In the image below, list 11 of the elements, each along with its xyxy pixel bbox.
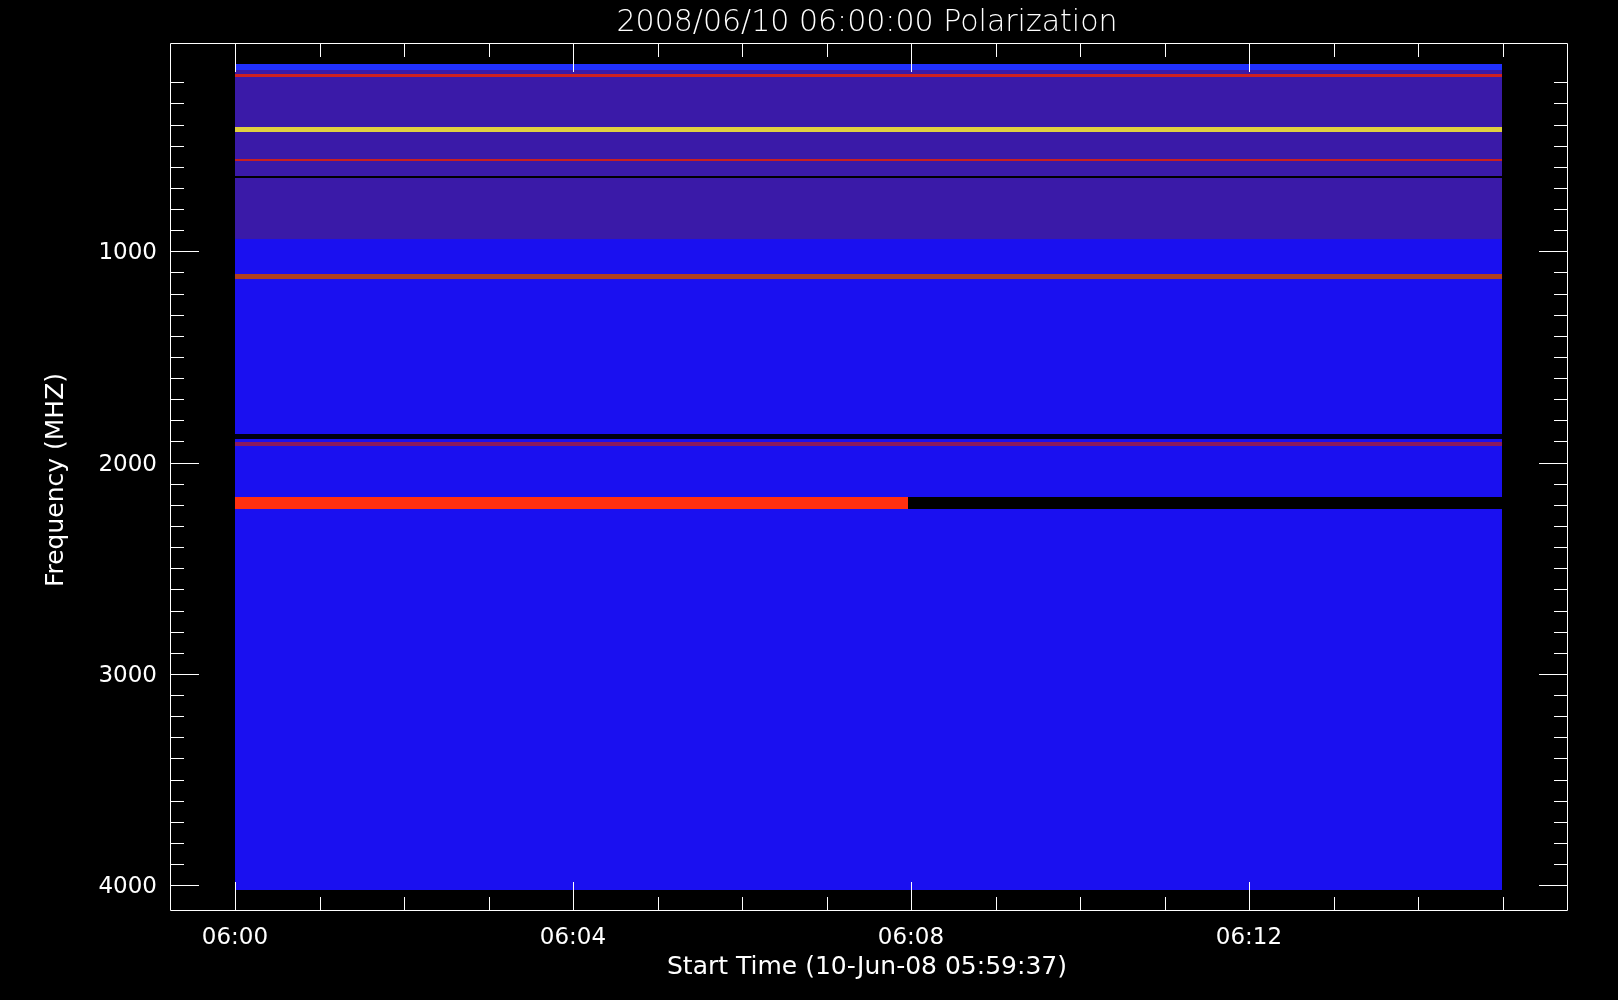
tick-label: 3000: [98, 660, 157, 687]
tick-label: 4000: [98, 872, 157, 899]
x-axis-label: Start Time (10-Jun-08 05:59:37): [667, 951, 1067, 980]
tick-label: 06:04: [539, 923, 607, 949]
plot-title: 2008/06/10 06:00:00 Polarization: [616, 3, 1118, 38]
tick-label: 06:08: [877, 923, 945, 949]
tick-label: 06:12: [1215, 923, 1283, 949]
tick-label: 2000: [98, 449, 157, 476]
tick-label: 1000: [98, 238, 157, 265]
tick-label: 06:00: [201, 923, 269, 949]
y-axis-label: Frequency (MHZ): [40, 372, 69, 588]
